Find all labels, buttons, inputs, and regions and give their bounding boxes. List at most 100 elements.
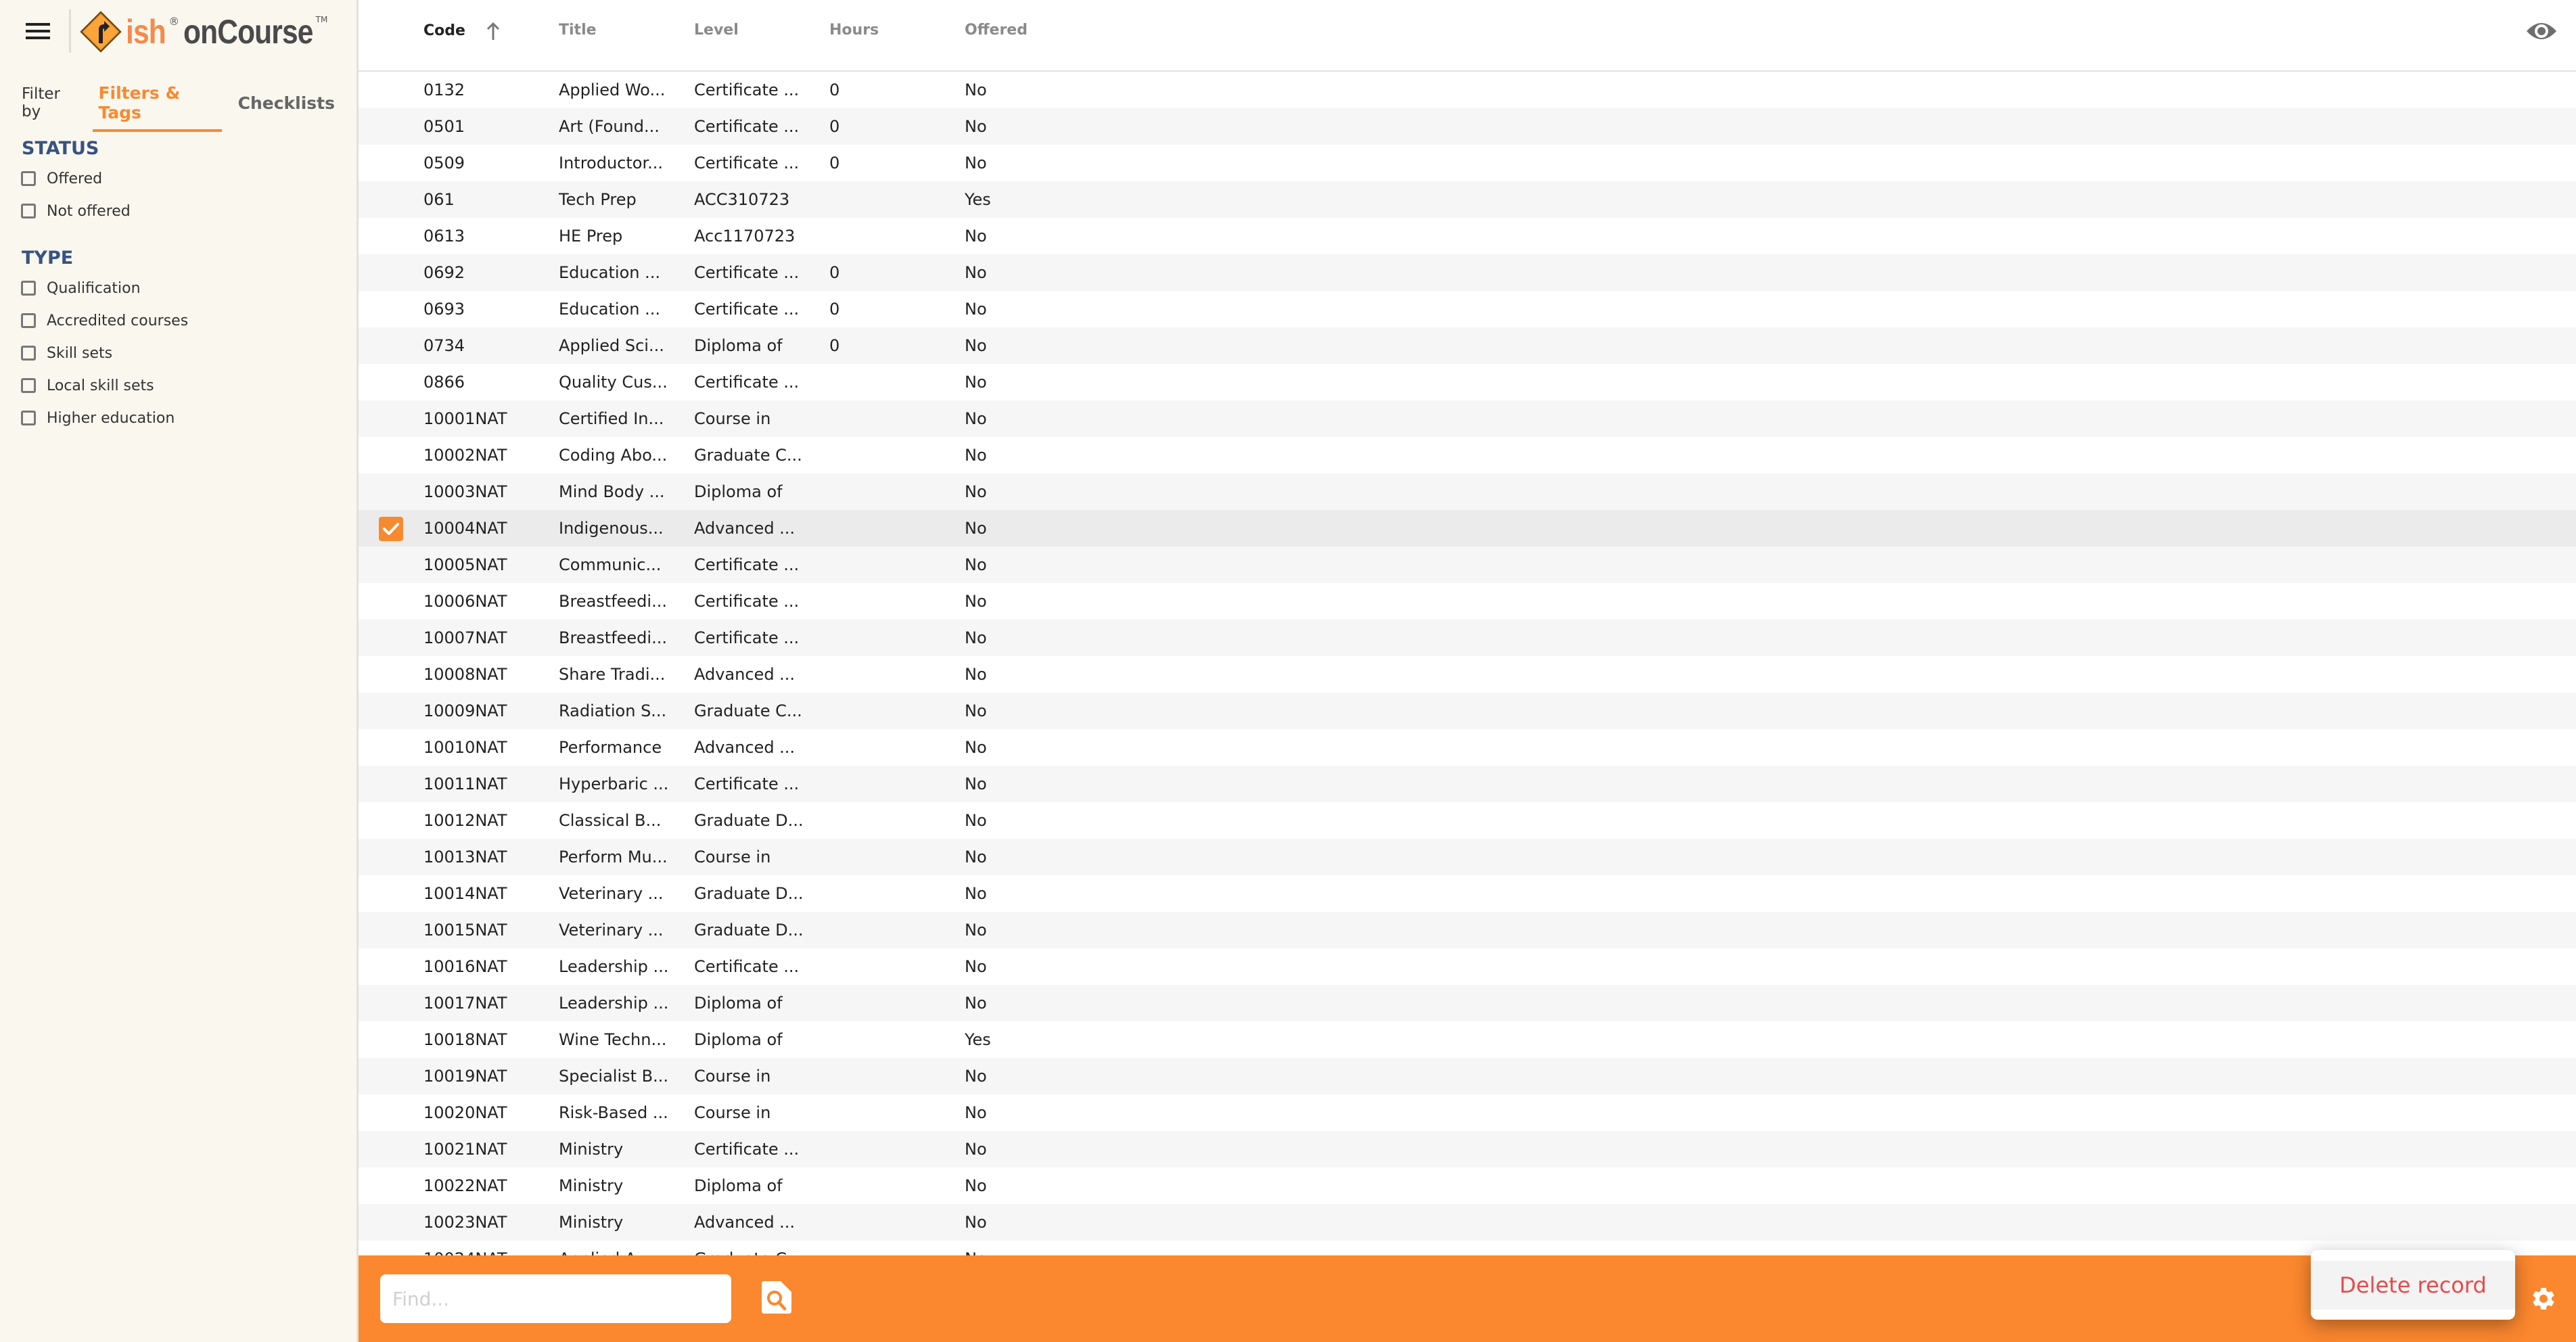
table-row[interactable]: 10005NAT Communic... Certificate ... No [359, 547, 2576, 583]
cell-offered: No [965, 848, 987, 866]
find-input[interactable] [380, 1274, 731, 1323]
cell-title: Indigenous... [559, 519, 664, 538]
cell-title: Perform Mu... [559, 848, 668, 866]
table-row[interactable]: 10017NAT Leadership ... Diploma of No [359, 985, 2576, 1021]
table-row[interactable]: 10003NAT Mind Body ... Diploma of No [359, 473, 2576, 510]
table-row[interactable]: 10021NAT Ministry Certificate ... No [359, 1131, 2576, 1167]
column-label: Code [423, 22, 465, 39]
table-row[interactable]: 10011NAT Hyperbaric ... Certificate ... No [359, 766, 2576, 802]
cell-offered: No [965, 884, 987, 903]
gear-icon[interactable] [2530, 1285, 2557, 1312]
hamburger-icon-line [26, 30, 50, 32]
table-row[interactable]: 10012NAT Classical B... Graduate D... No [359, 802, 2576, 839]
filter-label: Skill sets [47, 344, 113, 362]
table-row[interactable]: 0866 Quality Cus... Certificate ... No [359, 364, 2576, 400]
cell-offered: Yes [965, 1030, 991, 1049]
table-row[interactable]: 10016NAT Leadership ... Certificate ... No [359, 948, 2576, 985]
table-row[interactable]: 0734 Applied Sci... Diploma of 0 No [359, 327, 2576, 364]
filter-not-offered[interactable]: Not offered [21, 201, 131, 221]
column-header-level[interactable]: Level [694, 22, 739, 39]
find-in-document-icon[interactable] [762, 1281, 791, 1314]
cell-title: Breastfeedi... [559, 592, 667, 611]
cell-level: Diploma of [694, 482, 783, 501]
filter-local-skill-sets[interactable]: Local skill sets [21, 375, 154, 396]
cell-hours: 0 [829, 336, 840, 355]
table-row[interactable]: 0132 Applied Wo... Certificate ... 0 No [359, 72, 2576, 108]
table-row[interactable]: 10014NAT Veterinary ... Graduate D... No [359, 875, 2576, 912]
table-row[interactable]: 10015NAT Veterinary ... Graduate D... No [359, 912, 2576, 948]
row-checkbox-checked[interactable] [379, 517, 403, 541]
cell-level: Graduate D... [694, 811, 804, 830]
table-row[interactable]: 10008NAT Share Tradi... Advanced ... No [359, 656, 2576, 693]
table-row[interactable]: 10002NAT Coding Abo... Graduate C... No [359, 437, 2576, 473]
table-row[interactable]: 10022NAT Ministry Diploma of No [359, 1167, 2576, 1204]
table-row[interactable]: 10006NAT Breastfeedi... Certificate ... No [359, 583, 2576, 620]
cell-title: Ministry [559, 1140, 624, 1159]
cell-offered: No [965, 409, 987, 428]
table-row[interactable]: 0693 Education ... Certificate ... 0 No [359, 291, 2576, 327]
table-row[interactable]: 10018NAT Wine Techn... Diploma of Yes [359, 1021, 2576, 1058]
table-row[interactable]: 061 Tech Prep ACC310723 Yes [359, 181, 2576, 218]
cell-code: 10014NAT [423, 884, 507, 903]
column-header-code[interactable]: Code [423, 22, 501, 41]
cell-level: Certificate ... [694, 154, 800, 172]
cell-hours: 0 [829, 117, 840, 136]
table-row[interactable]: 10013NAT Perform Mu... Course in No [359, 839, 2576, 875]
filter-label: Offered [47, 170, 103, 187]
tab-filters-tags[interactable]: Filters & Tags [93, 83, 222, 132]
cell-offered: No [965, 446, 987, 465]
checkbox[interactable] [21, 411, 36, 425]
cell-title: Applied Sci... [559, 336, 664, 355]
table-row[interactable]: 10001NAT Certified In... Course in No [359, 400, 2576, 437]
table-row[interactable]: 10009NAT Radiation S... Graduate C... No [359, 693, 2576, 729]
column-header-title[interactable]: Title [559, 22, 597, 39]
checkbox[interactable] [21, 281, 36, 296]
checkbox[interactable] [21, 313, 36, 328]
logo-registered: ® [168, 14, 180, 28]
table-row[interactable]: 0692 Education ... Certificate ... 0 No [359, 254, 2576, 291]
checkbox[interactable] [21, 378, 36, 393]
table-row[interactable]: 10024NAT Applied A... Graduate C... No [359, 1241, 2576, 1255]
column-header-offered[interactable]: Offered [965, 22, 1028, 39]
filter-higher-education[interactable]: Higher education [21, 408, 175, 428]
sort-ascending-icon[interactable] [486, 22, 501, 41]
checkbox[interactable] [21, 204, 36, 218]
table-row[interactable]: 0501 Art (Found... Certificate ... 0 No [359, 108, 2576, 145]
cell-offered: No [965, 921, 987, 940]
checkbox[interactable] [21, 171, 36, 186]
filter-offered[interactable]: Offered [21, 168, 102, 189]
cell-offered: No [965, 336, 987, 355]
table-row[interactable]: 0613 HE Prep Acc1170723 No [359, 218, 2576, 254]
cell-title: Applied Wo... [559, 80, 666, 99]
table-row[interactable]: 10019NAT Specialist B... Course in No [359, 1058, 2576, 1094]
cell-offered: No [965, 1176, 987, 1195]
table-row[interactable]: 10020NAT Risk-Based ... Course in No [359, 1094, 2576, 1131]
menu-button[interactable] [24, 20, 51, 43]
cell-code: 10003NAT [423, 482, 507, 501]
cell-level: Certificate ... [694, 774, 800, 793]
tab-checklists[interactable]: Checklists [238, 93, 335, 113]
cell-title: Introductor... [559, 154, 664, 172]
cell-code: 0132 [423, 80, 465, 99]
filter-accredited-courses[interactable]: Accredited courses [21, 310, 188, 331]
filter-qualification[interactable]: Qualification [21, 278, 141, 298]
table-row[interactable]: 10010NAT Performance Advanced ... No [359, 729, 2576, 766]
table-row[interactable]: 10007NAT Breastfeedi... Certificate ... No [359, 620, 2576, 656]
filter-skill-sets[interactable]: Skill sets [21, 343, 112, 363]
cell-offered: No [965, 665, 987, 684]
cell-title: Specialist B... [559, 1067, 669, 1086]
filter-by-label: Filter by [22, 85, 60, 120]
eye-icon[interactable] [2525, 18, 2558, 45]
table-row[interactable]: 0509 Introductor... Certificate ... 0 No [359, 145, 2576, 181]
cell-code: 10005NAT [423, 555, 507, 574]
checkbox[interactable] [21, 346, 36, 361]
hamburger-icon-line [26, 37, 50, 39]
table-row[interactable]: 10004NAT Indigenous... Advanced ... No [359, 510, 2576, 547]
cell-code: 0501 [423, 117, 465, 136]
delete-record-button[interactable]: Delete record [2311, 1261, 2515, 1310]
cell-title: Education ... [559, 300, 660, 319]
cell-title: Applied A... [559, 1241, 651, 1255]
logo-ish: ish [126, 13, 166, 51]
column-header-hours[interactable]: Hours [829, 22, 879, 39]
table-row[interactable]: 10023NAT Ministry Advanced ... No [359, 1204, 2576, 1241]
